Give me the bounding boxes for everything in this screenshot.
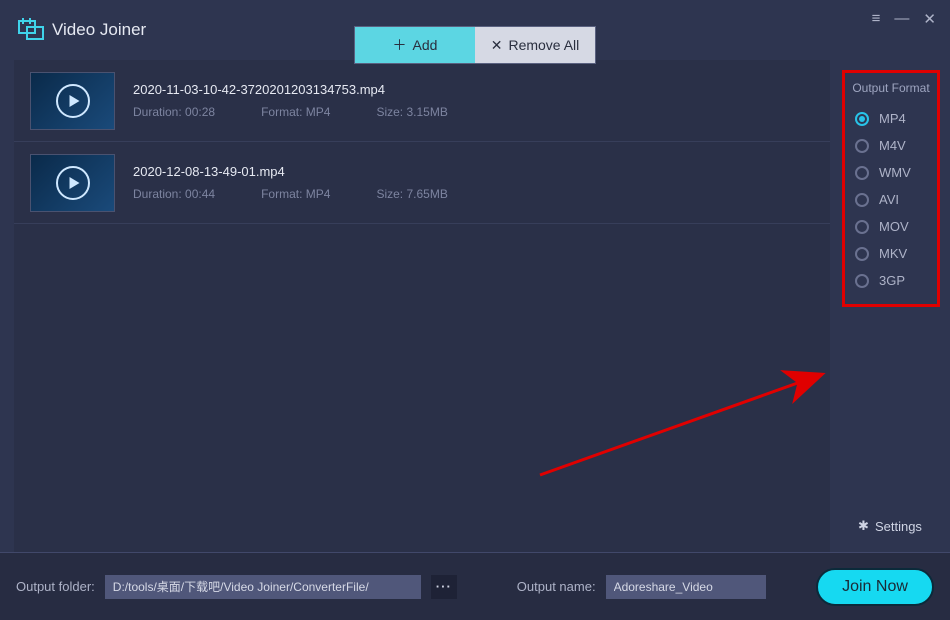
file-duration: Duration: 00:44 — [133, 187, 215, 201]
file-item[interactable]: 2020-11-03-10-42-3720201203134753.mp4 Du… — [14, 60, 830, 142]
format-option-mp4[interactable]: MP4 — [851, 105, 931, 132]
remove-all-button[interactable]: ✕ Remove All — [475, 27, 595, 63]
close-icon: ✕ — [491, 37, 503, 54]
sidebar: Output Format MP4 M4V WMV AVI MOV MKV 3G… — [830, 60, 950, 552]
radio-icon — [855, 193, 869, 207]
radio-icon — [855, 112, 869, 126]
add-button-label: Add — [413, 37, 438, 53]
file-item[interactable]: 2020-12-08-13-49-01.mp4 Duration: 00:44 … — [14, 142, 830, 224]
join-now-button[interactable]: Join Now — [816, 568, 934, 606]
output-folder-label: Output folder: — [16, 579, 95, 594]
radio-icon — [855, 139, 869, 153]
video-thumbnail[interactable] — [30, 154, 115, 212]
format-option-m4v[interactable]: M4V — [851, 132, 931, 159]
menu-icon[interactable]: ≡ — [872, 10, 881, 28]
format-option-avi[interactable]: AVI — [851, 186, 931, 213]
add-button[interactable]: ＋ Add — [355, 27, 475, 63]
play-icon — [69, 177, 79, 189]
file-format: Format: MP4 — [261, 187, 330, 201]
close-window-icon[interactable]: ✕ — [923, 10, 936, 28]
radio-icon — [855, 247, 869, 261]
file-name: 2020-11-03-10-42-3720201203134753.mp4 — [133, 82, 448, 97]
file-meta: 2020-12-08-13-49-01.mp4 Duration: 00:44 … — [133, 164, 448, 201]
header: Video Joiner ＋ Add ✕ Remove All ≡ — ✕ — [0, 0, 950, 60]
format-option-wmv[interactable]: WMV — [851, 159, 931, 186]
output-name-input[interactable] — [606, 575, 766, 599]
window-controls: ≡ — ✕ — [872, 10, 936, 28]
output-format-title: Output Format — [851, 81, 931, 95]
app-logo: Video Joiner — [18, 17, 146, 43]
radio-icon — [855, 220, 869, 234]
output-folder-input[interactable] — [105, 575, 421, 599]
format-option-3gp[interactable]: 3GP — [851, 267, 931, 294]
remove-button-label: Remove All — [508, 37, 579, 53]
file-duration: Duration: 00:28 — [133, 105, 215, 119]
radio-icon — [855, 166, 869, 180]
app-logo-icon — [18, 17, 44, 43]
footer: Output folder: ··· Output name: Join Now — [0, 552, 950, 620]
file-name: 2020-12-08-13-49-01.mp4 — [133, 164, 448, 179]
play-icon — [69, 95, 79, 107]
join-now-label: Join Now — [842, 578, 908, 596]
output-format-panel: Output Format MP4 M4V WMV AVI MOV MKV 3G… — [842, 70, 940, 307]
settings-label: Settings — [875, 519, 922, 534]
browse-folder-button[interactable]: ··· — [431, 575, 457, 599]
video-thumbnail[interactable] — [30, 72, 115, 130]
main-area: 2020-11-03-10-42-3720201203134753.mp4 Du… — [0, 60, 950, 552]
toolbar: ＋ Add ✕ Remove All — [354, 26, 596, 64]
file-format: Format: MP4 — [261, 105, 330, 119]
settings-link[interactable]: ✱ Settings — [830, 518, 950, 534]
format-option-mov[interactable]: MOV — [851, 213, 931, 240]
minimize-icon[interactable]: — — [894, 10, 909, 28]
output-name-label: Output name: — [517, 579, 596, 594]
plus-icon: ＋ — [393, 35, 407, 55]
radio-icon — [855, 274, 869, 288]
gear-icon: ✱ — [858, 518, 869, 534]
app-title: Video Joiner — [52, 20, 146, 40]
file-list: 2020-11-03-10-42-3720201203134753.mp4 Du… — [14, 60, 830, 552]
file-size: Size: 7.65MB — [376, 187, 447, 201]
file-meta: 2020-11-03-10-42-3720201203134753.mp4 Du… — [133, 82, 448, 119]
file-size: Size: 3.15MB — [376, 105, 447, 119]
format-option-mkv[interactable]: MKV — [851, 240, 931, 267]
